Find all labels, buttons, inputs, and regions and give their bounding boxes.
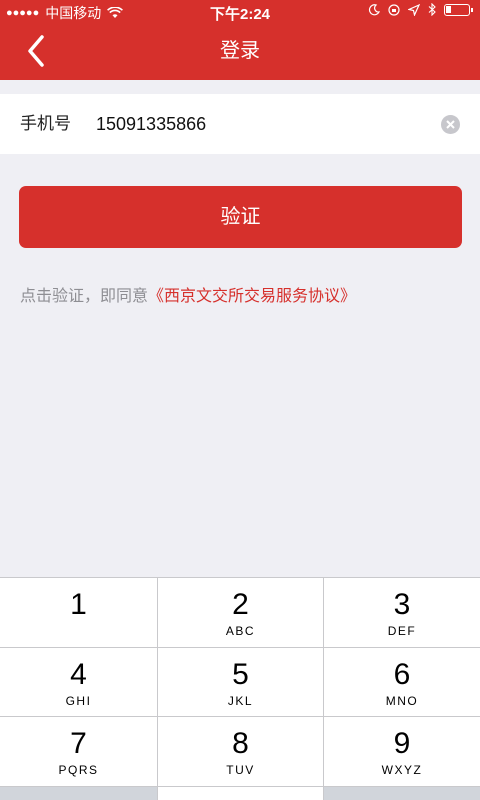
key-letters: TUV xyxy=(226,763,255,777)
key-5[interactable]: 5 JKL xyxy=(158,648,324,717)
key-2[interactable]: 2 ABC xyxy=(158,578,324,648)
nav-bar: 登录 xyxy=(0,22,480,80)
chevron-left-icon xyxy=(28,35,44,67)
key-digit: 8 xyxy=(232,727,249,760)
status-bar: ●●●●● 中国移动 下午2:24 xyxy=(0,0,480,23)
key-letters: MNO xyxy=(385,694,419,708)
key-4[interactable]: 4 GHI xyxy=(0,648,158,717)
key-letters: WXYZ xyxy=(381,763,423,777)
page-title: 登录 xyxy=(220,40,260,62)
key-letters: DEF xyxy=(387,624,417,638)
agreement-prefix: 点击验证，即同意 xyxy=(20,288,149,305)
back-button[interactable] xyxy=(18,32,58,72)
agreement-text: 点击验证，即同意《西京文交所交易服务协议》 xyxy=(20,282,356,306)
moon-icon xyxy=(368,3,380,15)
numeric-keypad: 1 2 ABC 3 DEF 4 GHI 5 JKL 6 MNO 7 PQRS 8… xyxy=(0,577,480,800)
key-digit: 6 xyxy=(393,658,411,691)
key-letters: GHI xyxy=(65,694,92,708)
battery-icon xyxy=(444,3,473,16)
key-delete[interactable] xyxy=(324,787,480,800)
agreement-link[interactable]: 《西京文交所交易服务协议》 xyxy=(148,288,356,305)
rotation-lock-icon xyxy=(388,3,400,16)
key-6[interactable]: 6 MNO xyxy=(324,648,480,717)
key-letters: PQRS xyxy=(58,763,99,777)
clear-button[interactable] xyxy=(441,115,460,134)
key-blank xyxy=(0,787,158,800)
location-icon xyxy=(408,3,420,16)
key-letters: JKL xyxy=(227,694,254,708)
key-digit: 3 xyxy=(393,588,411,621)
key-9[interactable]: 9 WXYZ xyxy=(324,717,480,787)
key-digit: 7 xyxy=(70,727,87,760)
status-right xyxy=(368,3,473,16)
clear-circle-icon xyxy=(446,120,455,129)
key-digit: 1 xyxy=(70,588,87,621)
phone-row: 手机号 xyxy=(0,94,480,154)
bluetooth-icon xyxy=(428,3,436,16)
key-1[interactable]: 1 xyxy=(0,578,158,648)
key-3[interactable]: 3 DEF xyxy=(324,578,480,648)
key-digit: 5 xyxy=(232,658,249,691)
verify-button[interactable]: 验证 xyxy=(19,186,462,248)
phone-label: 手机号 xyxy=(20,114,71,133)
key-0[interactable] xyxy=(158,787,324,800)
key-letters: ABC xyxy=(225,624,256,638)
key-digit: 4 xyxy=(70,658,87,691)
phone-input[interactable] xyxy=(96,108,416,140)
key-digit: 2 xyxy=(232,588,249,621)
key-8[interactable]: 8 TUV xyxy=(158,717,324,787)
key-digit: 9 xyxy=(393,727,411,760)
key-7[interactable]: 7 PQRS xyxy=(0,717,158,787)
